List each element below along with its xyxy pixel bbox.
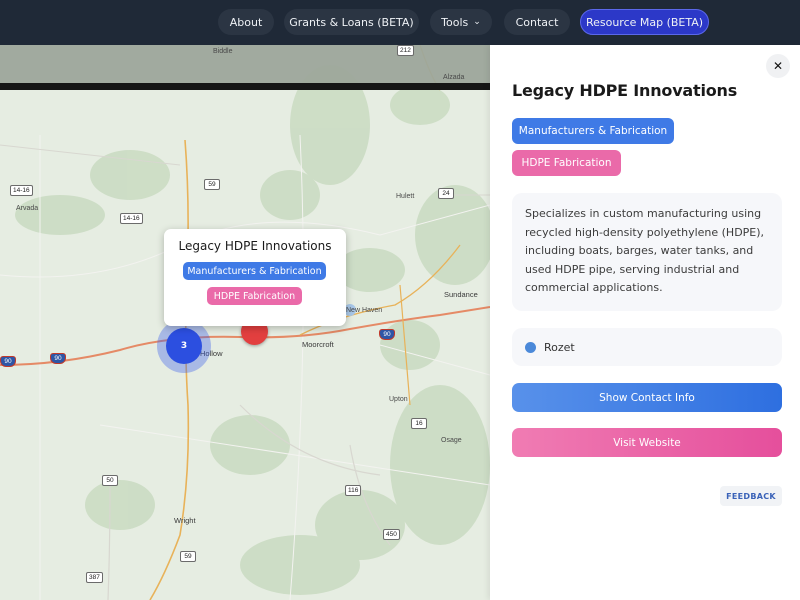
marker-cluster[interactable]: 3 [166, 328, 202, 364]
chevron-down-icon: ⌄ [473, 17, 481, 27]
feedback-button[interactable]: FEEDBACK [720, 486, 782, 506]
details-panel: ✕ Legacy HDPE Innovations Manufacturers … [490, 45, 800, 600]
nav-about[interactable]: About [218, 9, 274, 35]
route-shield: 212 [397, 45, 414, 56]
place-label: Alzada [443, 74, 465, 81]
popup-title: Legacy HDPE Innovations [178, 239, 332, 253]
route-shield: 59 [180, 551, 196, 562]
popup-tag-manufacturers: Manufacturers & Fabrication [183, 262, 326, 280]
place-label: Arvada [16, 205, 39, 212]
route-shield: 450 [383, 529, 400, 540]
location-row: Rozet [512, 328, 782, 366]
location-dot-icon [525, 341, 536, 353]
place-label: Upton [389, 396, 408, 403]
map-popup: Legacy HDPE Innovations Manufacturers & … [164, 229, 346, 326]
nav-tools[interactable]: Tools ⌄ [430, 9, 492, 35]
location-name: Rozet [544, 340, 575, 354]
route-shield: 14-16 [10, 185, 33, 196]
nav-grants-loans[interactable]: Grants & Loans (BETA) [284, 9, 419, 35]
popup-tag-hdpe: HDPE Fabrication [207, 287, 302, 305]
visit-website-button[interactable]: Visit Website [512, 428, 782, 457]
nav-contact[interactable]: Contact [504, 9, 570, 35]
route-shield: 387 [86, 572, 103, 583]
route-shield: 90 [0, 356, 16, 367]
place-label: Moorcroft [302, 340, 334, 349]
tag-hdpe-fabrication[interactable]: HDPE Fabrication [512, 150, 621, 176]
tag-manufacturers-fabrication[interactable]: Manufacturers & Fabrication [512, 118, 674, 144]
route-shield: 16 [411, 418, 427, 429]
place-label: Wright [174, 516, 196, 525]
route-shield: 59 [204, 179, 220, 190]
close-icon[interactable]: ✕ [766, 54, 790, 78]
show-contact-info-button[interactable]: Show Contact Info [512, 383, 782, 412]
route-shield: 116 [345, 485, 362, 496]
route-shield: 90 [379, 329, 395, 340]
route-shield: 14-16 [120, 213, 143, 224]
place-label: Biddle [213, 48, 233, 55]
place-label: Hulett [396, 193, 415, 200]
resource-map[interactable]: Biddle Arvada Hulett Sundance New Haven … [0, 45, 490, 600]
route-shield: 24 [438, 188, 454, 199]
route-shield: 90 [50, 353, 66, 364]
nav-tools-label: Tools [441, 15, 469, 29]
description: Specializes in custom manufacturing usin… [512, 193, 782, 311]
map-overlay-bar [0, 83, 490, 90]
panel-title: Legacy HDPE Innovations [512, 81, 738, 100]
place-label: Osage [441, 437, 462, 444]
route-shield: 50 [102, 475, 118, 486]
map-overlay-strip [0, 45, 490, 87]
nav-resource-map[interactable]: Resource Map (BETA) [580, 9, 709, 35]
place-label: New Haven [346, 307, 383, 314]
top-nav: About Grants & Loans (BETA) Tools ⌄ Cont… [0, 0, 800, 45]
place-label: Sundance [444, 290, 478, 299]
